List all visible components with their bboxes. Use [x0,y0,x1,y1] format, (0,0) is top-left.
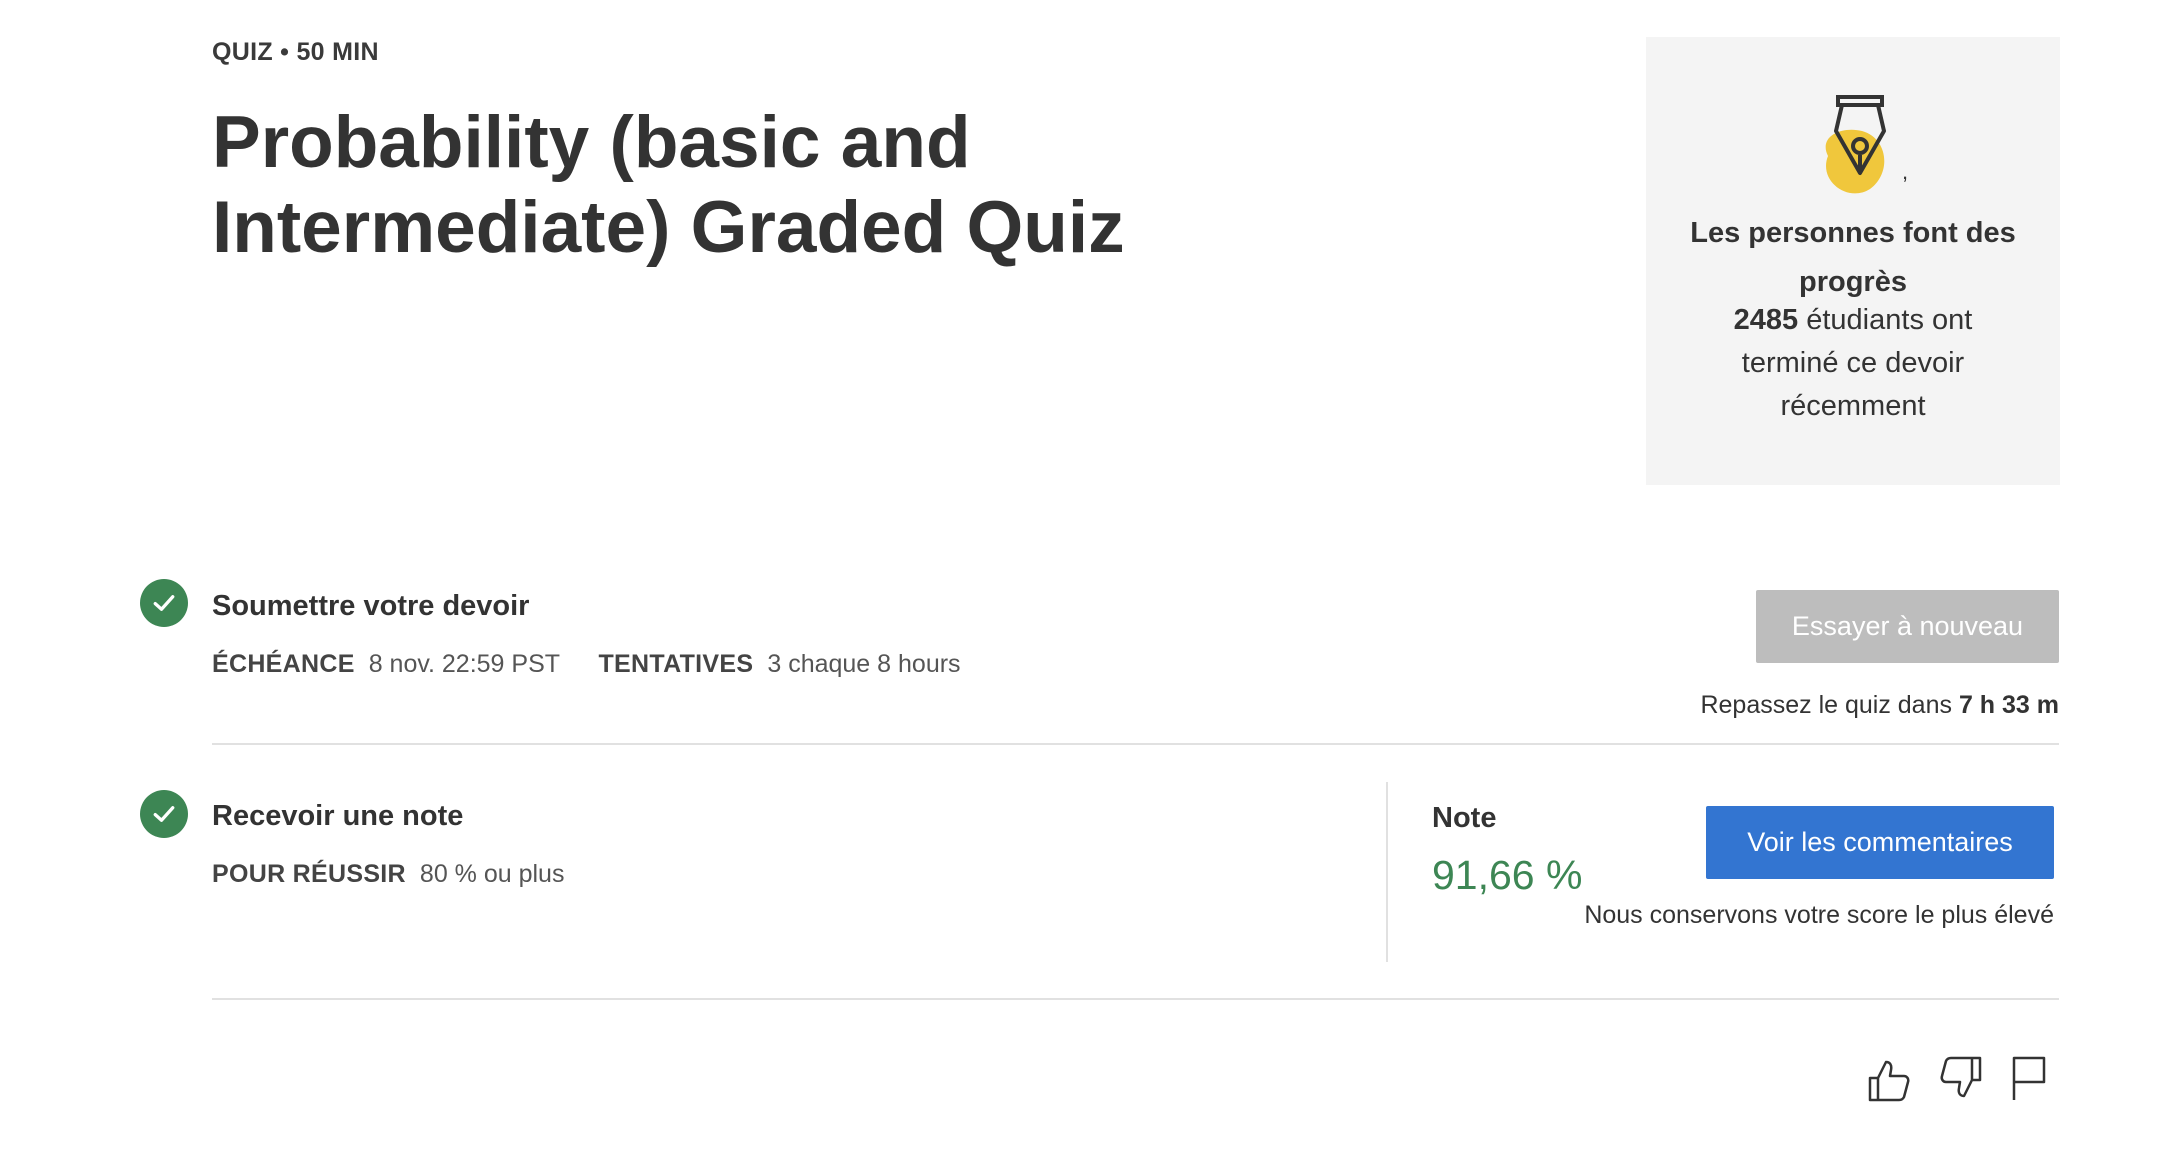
grade-value: 91,66 % [1432,852,1583,898]
card-heading: Les personnes font des progrès [1690,217,2016,298]
bottom-divider [212,998,2059,1000]
submit-meta: ÉCHÉANCE 8 nov. 22:59 PST TENTATIVES 3 cha… [212,650,961,679]
card-text: 2485 étudiants ont terminé ce devoir réc… [1646,299,2060,428]
grade-title: Recevoir une note [212,800,464,832]
submit-check-icon [140,579,188,627]
grade-label: Note [1432,802,1497,834]
thumbs-up-icon[interactable] [1862,1054,1914,1106]
due-value: 8 nov. 22:59 PST [368,650,561,678]
grade-check-icon [140,790,188,838]
attempts-value: 3 chaque 8 hours [767,650,961,678]
retry-button[interactable]: Essayer à nouveau [1756,590,2059,663]
keep-score-note: Nous conservons votre score le plus élev… [1584,901,2054,929]
quiz-duration: QUIZ • 50 MIN [212,38,379,66]
retry-countdown: Repassez le quiz dans 7 h 33 m [1700,691,2059,720]
submit-title: Soumettre votre devoir [212,590,530,622]
retry-time: 7 h 33 m [1958,691,2059,719]
pen-nib-icon: , [1800,81,1920,221]
pass-value: 80 % ou plus [419,860,565,888]
learner-count: 2485 [1733,304,1799,336]
section-divider [212,743,2059,745]
pass-label: POUR RÉUSSIR [212,860,406,888]
thumbs-down-icon[interactable] [1936,1052,1988,1104]
page-title: Probability (basic and Intermediate) Gra… [212,102,1125,268]
flag-icon[interactable] [2004,1052,2056,1104]
comma-mark: , [1902,159,1908,184]
progress-card: , Les personnes font des progrès 2485 ét… [1646,37,2060,485]
grade-vertical-divider [1386,782,1388,962]
grade-meta: POUR RÉUSSIR 80 % ou plus [212,860,564,889]
due-label: ÉCHÉANCE [212,650,355,678]
view-feedback-button[interactable]: Voir les commentaires [1706,806,2054,879]
retry-prefix: Repassez le quiz dans [1700,691,1959,719]
attempts-label: TENTATIVES [598,650,754,678]
